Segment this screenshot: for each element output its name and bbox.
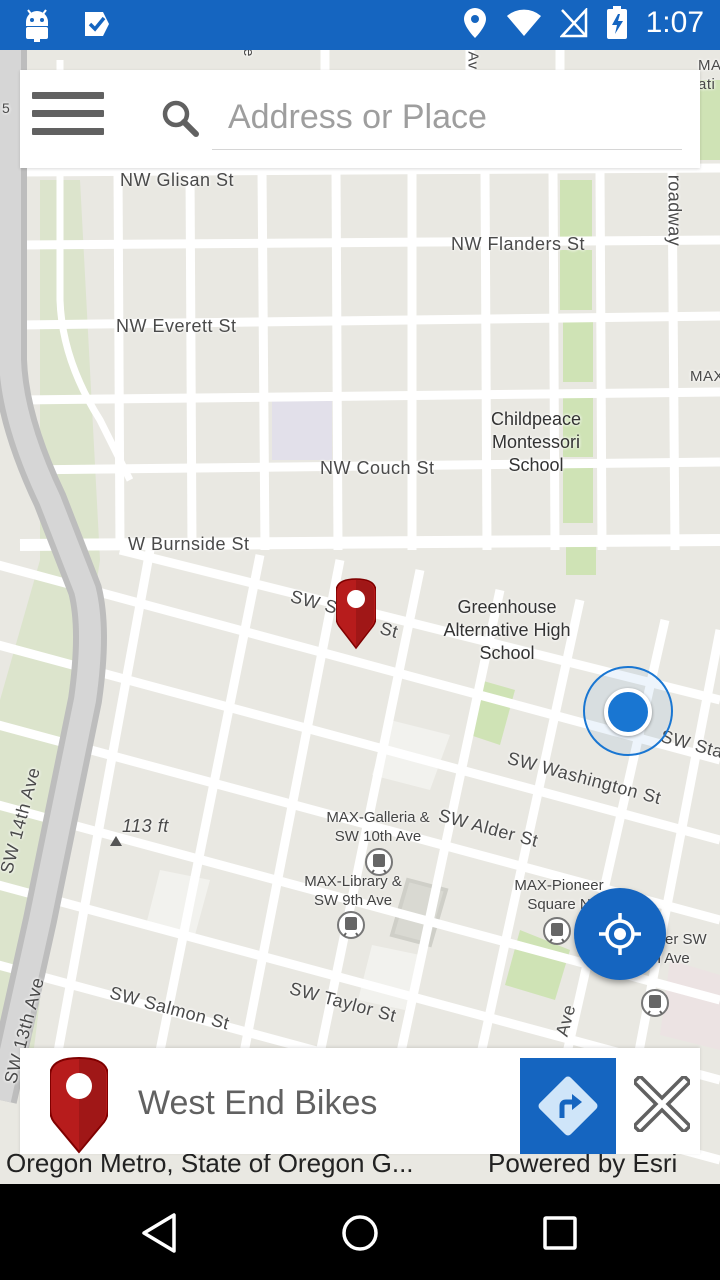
street-label: W Burnside St [128, 534, 250, 554]
place-pin-icon[interactable] [336, 578, 376, 650]
close-icon [634, 1076, 690, 1132]
street-label: NW Couch St [320, 458, 435, 478]
elevation-label: 113 ft [122, 816, 169, 836]
search-input[interactable] [212, 86, 682, 150]
back-button[interactable] [134, 1208, 184, 1258]
close-button[interactable] [632, 1074, 692, 1134]
recenter-location-button[interactable] [574, 888, 666, 980]
battery-charging-icon [606, 6, 627, 39]
elevation-marker-icon [110, 836, 122, 846]
light-rail-icon[interactable] [336, 910, 366, 940]
directions-icon [538, 1076, 598, 1136]
place-pin-icon [50, 1056, 108, 1154]
street-label: NW Flanders St [451, 234, 586, 254]
recents-icon [543, 1216, 577, 1250]
screen: 1:07 NW Glisan St NW Flanders St NW Ever… [0, 0, 720, 1280]
attribution-text: Oregon Metro, State of Oregon G... [6, 1150, 414, 1178]
system-nav-bar [0, 1184, 720, 1280]
poi-label[interactable]: Greenhouse Alternative High School [440, 596, 574, 665]
transit-stop-label[interactable]: MAX-Library & SW 9th Ave [292, 872, 414, 910]
light-rail-icon[interactable] [542, 916, 572, 946]
edge-label: MAX [690, 368, 720, 385]
home-icon [342, 1215, 378, 1251]
edge-label: Av [464, 51, 482, 70]
home-button[interactable] [335, 1208, 385, 1258]
place-name: West End Bikes [138, 1084, 378, 1122]
recents-button[interactable] [535, 1208, 585, 1258]
map-attribution[interactable]: Oregon Metro, State of Oregon G... Power… [0, 1150, 720, 1184]
current-location-dot [604, 688, 652, 736]
edge-label: 5 [2, 100, 11, 116]
search-icon [162, 100, 199, 137]
clock: 1:07 [645, 6, 704, 39]
place-card[interactable]: West End Bikes [20, 1048, 700, 1154]
task-check-icon [85, 12, 109, 36]
menu-button[interactable] [32, 92, 104, 146]
my-location-icon [599, 913, 641, 955]
edge-label: e [239, 50, 257, 57]
transit-stop-label[interactable]: MAX-Galleria & SW 10th Ave [316, 808, 440, 846]
wifi-icon [506, 9, 541, 36]
no-sim-icon [559, 8, 587, 38]
directions-button[interactable] [520, 1058, 616, 1154]
street-label: NW Glisan St [120, 170, 235, 190]
light-rail-icon[interactable] [640, 988, 670, 1018]
powered-by-text: Powered by Esri [488, 1150, 678, 1178]
poi-label[interactable]: Childpeace Montessori School [478, 408, 594, 477]
android-icon [26, 9, 48, 42]
street-label: roadway [664, 174, 685, 247]
status-bar: 1:07 [0, 0, 720, 50]
street-label: NW Everett St [116, 316, 237, 336]
back-icon [142, 1213, 176, 1253]
location-icon [463, 8, 486, 38]
edge-label: MA ati [698, 57, 720, 93]
search-bar [20, 70, 700, 168]
